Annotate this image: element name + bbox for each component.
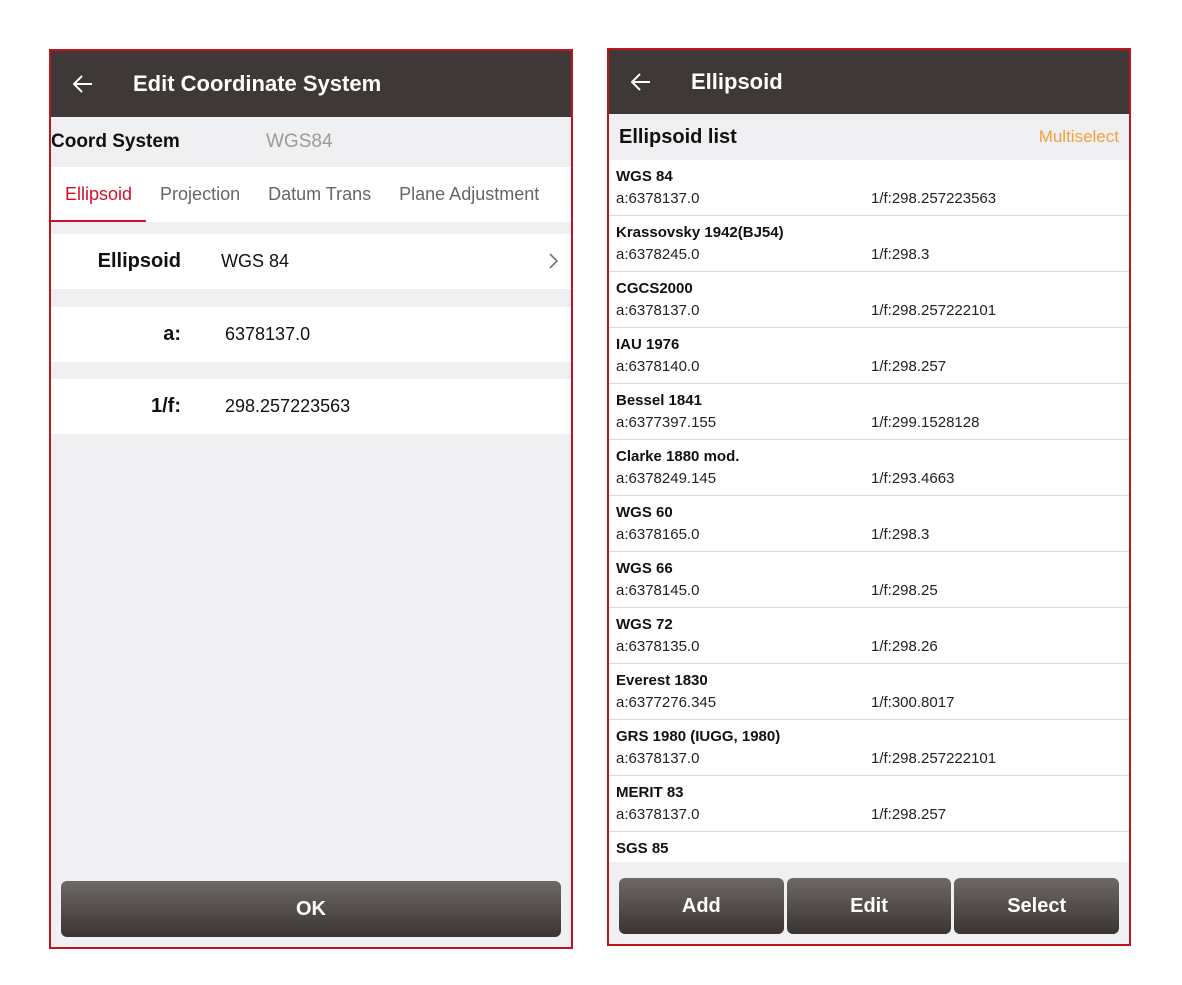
ellipsoid-selector-row[interactable]: Ellipsoid WGS 84 (51, 234, 571, 289)
f-value: 298.257223563 (225, 396, 351, 416)
ellipsoid-a: a:6378249.145 (616, 470, 717, 487)
coord-system-value: WGS84 (266, 131, 333, 152)
ellipsoid-name: GRS 1980 (IUGG, 1980) (616, 728, 781, 745)
ellipsoid-a: a:6378137.0 (616, 750, 700, 767)
ellipsoid-name: WGS 84 (616, 168, 673, 185)
ellipsoid-name: MERIT 83 (616, 784, 684, 801)
ellipsoid-f: 1/f:298.3 (871, 526, 930, 543)
ellipsoid-a: a:6377397.155 (616, 414, 717, 431)
ellipsoid-a: a:6378135.0 (616, 638, 700, 655)
list-item[interactable]: WGS 72 a:6378135.0 1/f:298.26 (609, 608, 1129, 664)
ellipsoid-f: 1/f:298.257222101 (871, 302, 997, 319)
ellipsoid-f: 1/f:300.8017 (871, 694, 955, 711)
list-item[interactable]: Clarke 1880 mod. a:6378249.145 1/f:293.466… (609, 440, 1129, 496)
tab-bar: Ellipsoid Projection Datum Trans Plane A… (51, 167, 571, 222)
ellipsoid-f: 1/f:298.25 (871, 582, 938, 599)
list-item[interactable]: Bessel 1841 a:6377397.155 1/f:299.1528128 (609, 384, 1129, 440)
coord-system-row: Coord System WGS84 (51, 117, 571, 167)
app-bar: Edit Coordinate System (51, 51, 571, 117)
ellipsoid-label: Ellipsoid (97, 250, 181, 272)
ellipsoid-name: Clarke 1880 mod. (616, 448, 740, 465)
ellipsoid-a: a:6377276.345 (616, 694, 717, 711)
semi-major-axis-row: a: 6378137.0 (51, 307, 571, 362)
ellipsoid-f: 1/f:298.257223563 (871, 190, 997, 207)
ellipsoid-screen: Ellipsoid Ellipsoid list Multiselect WGS… (607, 48, 1131, 946)
select-button[interactable]: Select (954, 878, 1120, 934)
ellipsoid-f: 1/f:298.257222101 (871, 750, 997, 767)
list-header: Ellipsoid list Multiselect (609, 114, 1129, 160)
action-buttons: Add Edit Select (619, 878, 1120, 934)
add-button[interactable]: Add (619, 878, 784, 934)
f-label: 1/f: (151, 395, 181, 417)
back-arrow-icon[interactable] (71, 72, 95, 96)
ellipsoid-f: 1/f:298.257 (871, 358, 947, 375)
list-item[interactable]: MERIT 83 a:6378137.0 1/f:298.257 (609, 776, 1129, 832)
ellipsoid-a: a:6378140.0 (616, 358, 700, 375)
app-bar: Ellipsoid (609, 50, 1129, 114)
ellipsoid-f: 1/f:298.3 (871, 246, 930, 263)
ellipsoid-name: CGCS2000 (616, 280, 693, 297)
list-item[interactable]: SGS 85 (609, 832, 1129, 862)
list-title: Ellipsoid list (619, 125, 737, 148)
coord-system-label: Coord System (51, 131, 180, 152)
multiselect-button[interactable]: Multiselect (1039, 127, 1119, 147)
ellipsoid-f: 1/f:299.1528128 (871, 414, 980, 431)
ellipsoid-value: WGS 84 (221, 251, 290, 271)
back-arrow-icon[interactable] (629, 70, 653, 94)
tab-plane-adjustment[interactable]: Plane Adjustment (385, 167, 553, 222)
ellipsoid-f: 1/f:298.257 (871, 806, 947, 823)
list-item[interactable]: IAU 1976 a:6378140.0 1/f:298.257 (609, 328, 1129, 384)
ellipsoid-name: WGS 66 (616, 560, 673, 577)
list-item[interactable]: Everest 1830 a:6377276.345 1/f:300.8017 (609, 664, 1129, 720)
list-item[interactable]: WGS 84 a:6378137.0 1/f:298.257223563 (609, 160, 1129, 216)
ellipsoid-name: WGS 60 (616, 504, 673, 521)
ellipsoid-a: a:6378245.0 (616, 246, 700, 263)
ellipsoid-name: IAU 1976 (616, 336, 680, 353)
list-item[interactable]: WGS 60 a:6378165.0 1/f:298.3 (609, 496, 1129, 552)
a-value: 6378137.0 (225, 324, 311, 344)
ellipsoid-name: Krassovsky 1942(BJ54) (616, 224, 784, 241)
edit-button[interactable]: Edit (786, 878, 952, 934)
tab-datum-trans[interactable]: Datum Trans (254, 167, 385, 222)
ellipsoid-a: a:6378145.0 (616, 582, 700, 599)
ellipsoid-a: a:6378165.0 (616, 526, 700, 543)
flattening-row: 1/f: 298.257223563 (51, 379, 571, 434)
chevron-right-icon (547, 251, 561, 271)
page-title: Ellipsoid (691, 69, 783, 94)
a-label: a: (163, 323, 181, 345)
ellipsoid-a: a:6378137.0 (616, 806, 700, 823)
page-title: Edit Coordinate System (133, 71, 382, 96)
ellipsoid-list[interactable]: WGS 84 a:6378137.0 1/f:298.257223563 Krasso… (609, 160, 1129, 862)
list-item[interactable]: CGCS2000 a:6378137.0 1/f:298.257222101 (609, 272, 1129, 328)
ellipsoid-f: 1/f:293.4663 (871, 470, 955, 487)
ellipsoid-name: SGS 85 (616, 840, 669, 857)
list-item[interactable]: Krassovsky 1942(BJ54) a:6378245.0 1/f:298.… (609, 216, 1129, 272)
ellipsoid-name: WGS 72 (616, 616, 673, 633)
tab-projection[interactable]: Projection (146, 167, 254, 222)
ellipsoid-a: a:6378137.0 (616, 190, 700, 207)
ellipsoid-name: Bessel 1841 (616, 392, 702, 409)
tab-ellipsoid[interactable]: Ellipsoid (51, 167, 147, 222)
list-item[interactable]: GRS 1980 (IUGG, 1980) a:6378137.0 1/f:298.… (609, 720, 1129, 776)
ellipsoid-a: a:6378137.0 (616, 302, 700, 319)
ok-button[interactable]: OK (61, 881, 561, 937)
list-item[interactable]: WGS 66 a:6378145.0 1/f:298.25 (609, 552, 1129, 608)
edit-coordinate-system-screen: Edit Coordinate System Coord System WGS8… (49, 49, 573, 949)
ellipsoid-name: Everest 1830 (616, 672, 708, 689)
ellipsoid-f: 1/f:298.26 (871, 638, 938, 655)
